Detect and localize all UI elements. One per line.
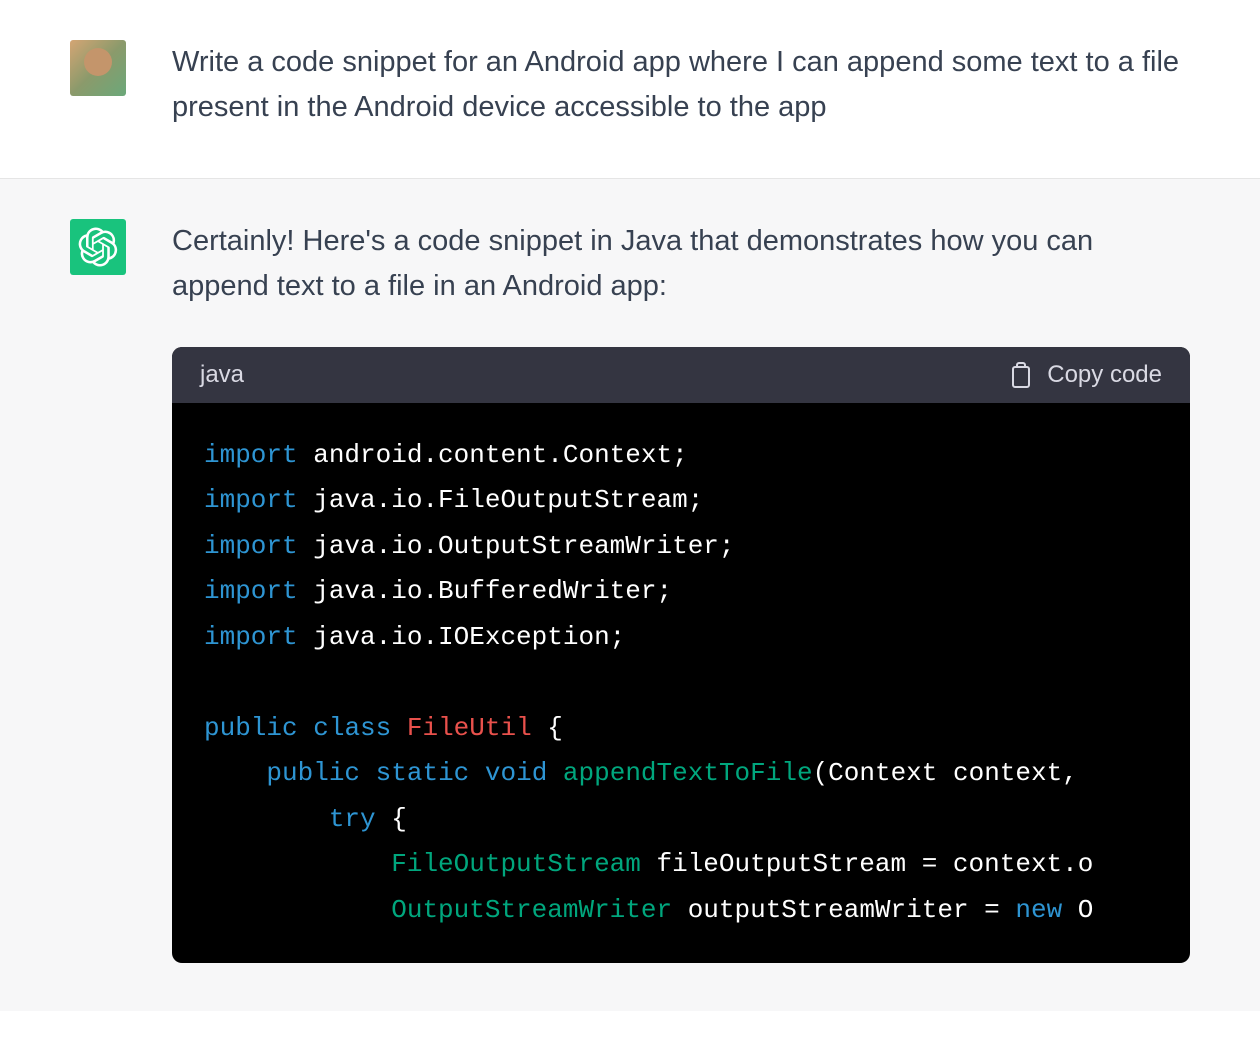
clipboard-icon bbox=[1009, 361, 1033, 389]
code-token bbox=[204, 804, 329, 834]
code-token bbox=[391, 713, 407, 743]
code-token bbox=[547, 758, 563, 788]
code-token: FileOutputStream bbox=[391, 849, 641, 879]
assistant-intro-text: Certainly! Here's a code snippet in Java… bbox=[172, 219, 1190, 309]
code-token: (Context context, bbox=[813, 758, 1094, 788]
code-token: java.io.FileOutputStream; bbox=[298, 485, 704, 515]
user-avatar bbox=[70, 40, 126, 96]
code-token: fileOutputStream bbox=[641, 849, 906, 879]
openai-logo-icon bbox=[78, 227, 118, 267]
code-block: java Copy code import android.content.Co… bbox=[172, 347, 1190, 964]
code-token bbox=[469, 758, 485, 788]
code-token: public bbox=[204, 713, 298, 743]
code-token bbox=[298, 713, 314, 743]
code-token: public bbox=[266, 758, 360, 788]
code-token bbox=[204, 849, 391, 879]
code-token: class bbox=[313, 713, 391, 743]
code-token: { bbox=[376, 804, 407, 834]
code-token bbox=[204, 758, 266, 788]
code-token: appendTextToFile bbox=[563, 758, 813, 788]
copy-code-button[interactable]: Copy code bbox=[1009, 361, 1162, 389]
code-token: try bbox=[329, 804, 376, 834]
code-token: import bbox=[204, 531, 298, 561]
assistant-avatar bbox=[70, 219, 126, 275]
code-token: static bbox=[376, 758, 470, 788]
user-content: Write a code snippet for an Android app … bbox=[172, 40, 1190, 130]
code-token: android.content.Context; bbox=[298, 440, 688, 470]
code-token: import bbox=[204, 576, 298, 606]
code-token: java.io.BufferedWriter; bbox=[298, 576, 672, 606]
code-token: import bbox=[204, 440, 298, 470]
code-token bbox=[204, 895, 391, 925]
code-token: void bbox=[485, 758, 547, 788]
code-token: O bbox=[1062, 895, 1093, 925]
code-token: java.io.OutputStreamWriter; bbox=[298, 531, 735, 561]
code-body[interactable]: import android.content.Context; import j… bbox=[172, 403, 1190, 964]
code-language-label: java bbox=[200, 361, 244, 389]
code-token: FileUtil bbox=[407, 713, 532, 743]
user-message: Write a code snippet for an Android app … bbox=[0, 0, 1260, 179]
code-token: import bbox=[204, 485, 298, 515]
copy-code-label: Copy code bbox=[1047, 361, 1162, 389]
user-text: Write a code snippet for an Android app … bbox=[172, 40, 1190, 130]
code-token: import bbox=[204, 622, 298, 652]
code-header: java Copy code bbox=[172, 347, 1190, 403]
code-token: java.io.IOException; bbox=[298, 622, 626, 652]
code-token: = context.o bbox=[906, 849, 1093, 879]
assistant-content: Certainly! Here's a code snippet in Java… bbox=[172, 219, 1190, 963]
code-token: { bbox=[532, 713, 563, 743]
assistant-message: Certainly! Here's a code snippet in Java… bbox=[0, 179, 1260, 1011]
code-token: OutputStreamWriter bbox=[391, 895, 672, 925]
code-token: = bbox=[969, 895, 1016, 925]
code-token: new bbox=[1015, 895, 1062, 925]
code-token bbox=[360, 758, 376, 788]
code-token: outputStreamWriter bbox=[672, 895, 968, 925]
